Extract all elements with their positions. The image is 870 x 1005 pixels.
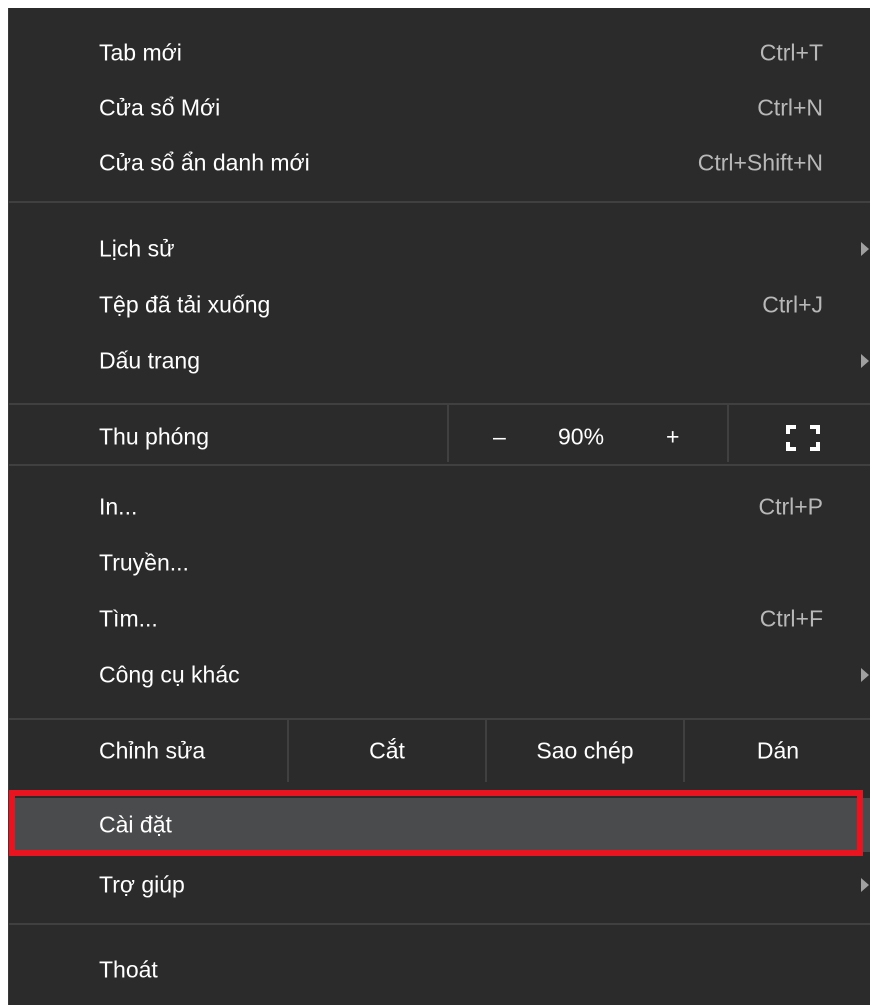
menu-item-find[interactable]: Tìm... Ctrl+F	[9, 594, 870, 644]
menu-item-bookmarks[interactable]: Dấu trang	[9, 336, 870, 386]
menu-item-downloads[interactable]: Tệp đã tải xuống Ctrl+J	[9, 280, 870, 330]
menu-item-label: Lịch sử	[99, 235, 175, 262]
chevron-right-icon	[861, 668, 869, 682]
zoom-in-button[interactable]: +	[666, 424, 679, 451]
chevron-right-icon	[861, 354, 869, 368]
menu-item-new-incognito-window[interactable]: Cửa sổ ẩn danh mới Ctrl+Shift+N	[9, 138, 870, 188]
cut-button[interactable]: Cắt	[289, 720, 485, 782]
menu-item-label: Dấu trang	[99, 347, 201, 374]
menu-separator	[9, 464, 870, 466]
menu-item-label: Tab mới	[99, 39, 182, 66]
menu-item-shortcut: Ctrl+P	[758, 493, 823, 520]
menu-separator	[9, 201, 870, 203]
menu-item-label: Công cụ khác	[99, 661, 240, 688]
zoom-out-button[interactable]: –	[493, 424, 506, 451]
copy-label: Sao chép	[536, 737, 634, 764]
menu-item-label: Tìm...	[99, 605, 158, 632]
menu-item-print[interactable]: In... Ctrl+P	[9, 482, 870, 532]
menu-item-help[interactable]: Trợ giúp	[9, 860, 870, 910]
paste-button[interactable]: Dán	[685, 720, 870, 782]
zoom-divider	[447, 403, 449, 462]
menu-item-label: Cửa sổ ẩn danh mới	[99, 149, 310, 176]
zoom-row: Thu phóng – 90% +	[9, 403, 870, 462]
copy-button[interactable]: Sao chép	[487, 720, 683, 782]
menu-item-shortcut: Ctrl+J	[762, 291, 823, 318]
menu-item-history[interactable]: Lịch sử	[9, 224, 870, 274]
edit-row: Chỉnh sửa Cắt Sao chép Dán	[9, 720, 870, 782]
menu-item-label: Cài đặt	[99, 811, 172, 838]
chevron-right-icon	[861, 242, 869, 256]
menu-item-shortcut: Ctrl+T	[759, 39, 823, 66]
menu-item-shortcut: Ctrl+N	[757, 94, 823, 121]
menu-item-shortcut: Ctrl+F	[759, 605, 823, 632]
menu-item-settings[interactable]: Cài đặt	[9, 798, 870, 852]
menu-item-shortcut: Ctrl+Shift+N	[697, 149, 823, 176]
paste-label: Dán	[756, 737, 800, 764]
fullscreen-icon[interactable]	[785, 424, 821, 452]
menu-item-new-tab[interactable]: Tab mới Ctrl+T	[9, 28, 870, 78]
menu-item-label: Thoát	[99, 956, 158, 983]
zoom-divider	[727, 403, 729, 462]
menu-item-label: Truyền...	[99, 549, 189, 576]
zoom-label: Thu phóng	[99, 423, 209, 450]
menu-item-exit[interactable]: Thoát	[9, 945, 870, 995]
edit-label: Chỉnh sửa	[99, 737, 206, 764]
menu-separator	[9, 923, 870, 925]
menu-item-more-tools[interactable]: Công cụ khác	[9, 650, 870, 700]
chrome-main-menu: Tab mới Ctrl+T Cửa sổ Mới Ctrl+N Cửa sổ …	[8, 8, 870, 1005]
menu-item-label: Trợ giúp	[99, 871, 185, 898]
menu-item-label: In...	[99, 493, 138, 520]
menu-separator	[9, 403, 870, 405]
zoom-level: 90%	[558, 423, 605, 450]
menu-item-cast[interactable]: Truyền...	[9, 538, 870, 588]
menu-item-label: Tệp đã tải xuống	[99, 291, 271, 318]
menu-item-label: Cửa sổ Mới	[99, 94, 221, 121]
chevron-right-icon	[861, 878, 869, 892]
cut-label: Cắt	[369, 737, 405, 764]
menu-item-new-window[interactable]: Cửa sổ Mới Ctrl+N	[9, 83, 870, 133]
